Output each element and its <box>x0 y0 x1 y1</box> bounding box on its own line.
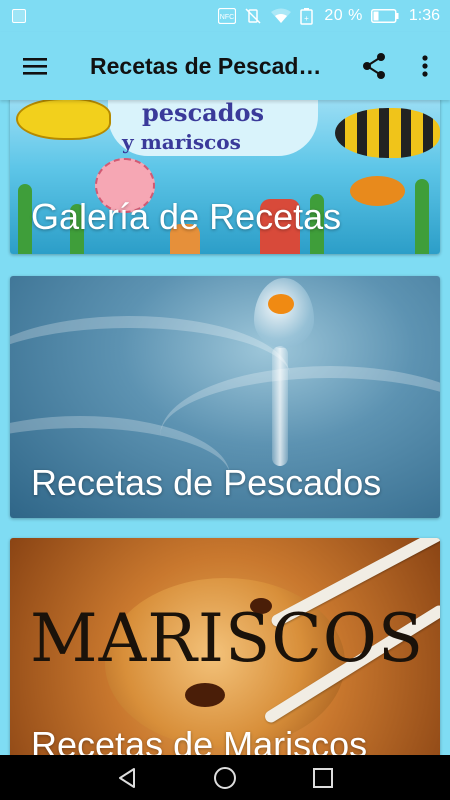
striped-fish <box>335 108 440 158</box>
share-icon <box>363 53 385 79</box>
seaweed <box>415 179 429 254</box>
card-recetas-mariscos[interactable]: MARISCOS Recetas de Mariscos <box>10 538 440 755</box>
wifi-icon <box>271 8 292 23</box>
image-notification-icon <box>12 9 26 23</box>
image-text-mariscos: MARISCOS <box>30 600 425 677</box>
card-recetas-pescados[interactable]: Recetas de Pescados <box>10 276 440 518</box>
status-bar: NFC + 20 % 1:36 <box>0 0 450 32</box>
nfc-icon: NFC <box>218 8 237 24</box>
svg-text:NFC: NFC <box>220 14 234 21</box>
back-icon[interactable] <box>116 767 138 789</box>
card-label: Recetas de Mariscos <box>31 724 368 755</box>
more-vert-icon <box>422 55 428 77</box>
clock: 1:36 <box>408 7 440 24</box>
shrimp-mark <box>185 683 225 707</box>
image-text-y-mariscos: y mariscos <box>122 130 241 154</box>
card-list[interactable]: pescados y mariscos Galería de Recetas R… <box>0 100 450 755</box>
vibrate-off-icon <box>245 8 261 24</box>
app-bar: Recetas de Pescados y Mariscos <box>0 32 450 100</box>
water-column <box>272 346 288 466</box>
more-options-button[interactable] <box>400 32 450 100</box>
status-left <box>12 9 26 23</box>
recents-icon[interactable] <box>312 767 334 789</box>
image-text-pescados: pescados <box>142 100 265 127</box>
svg-text:+: + <box>305 14 310 23</box>
battery-icon <box>370 9 399 23</box>
battery-percent: 20 % <box>324 7 363 24</box>
card-label: Recetas de Pescados <box>31 462 382 503</box>
card-galeria-recetas[interactable]: pescados y mariscos Galería de Recetas <box>10 100 440 254</box>
hamburger-menu-icon <box>23 58 47 75</box>
yellow-fish <box>16 100 111 140</box>
home-icon[interactable] <box>213 766 237 790</box>
menu-button[interactable] <box>0 32 70 100</box>
page-title: Recetas de Pescados y Mariscos <box>90 52 325 79</box>
share-button[interactable] <box>348 32 400 100</box>
status-right: NFC + 20 % 1:36 <box>218 7 440 25</box>
battery-saver-icon: + <box>300 8 314 25</box>
seaweed <box>18 184 32 254</box>
orange-fish <box>350 176 405 206</box>
goldfish <box>268 294 294 314</box>
card-label: Galería de Recetas <box>31 196 342 237</box>
navigation-bar <box>0 755 450 800</box>
